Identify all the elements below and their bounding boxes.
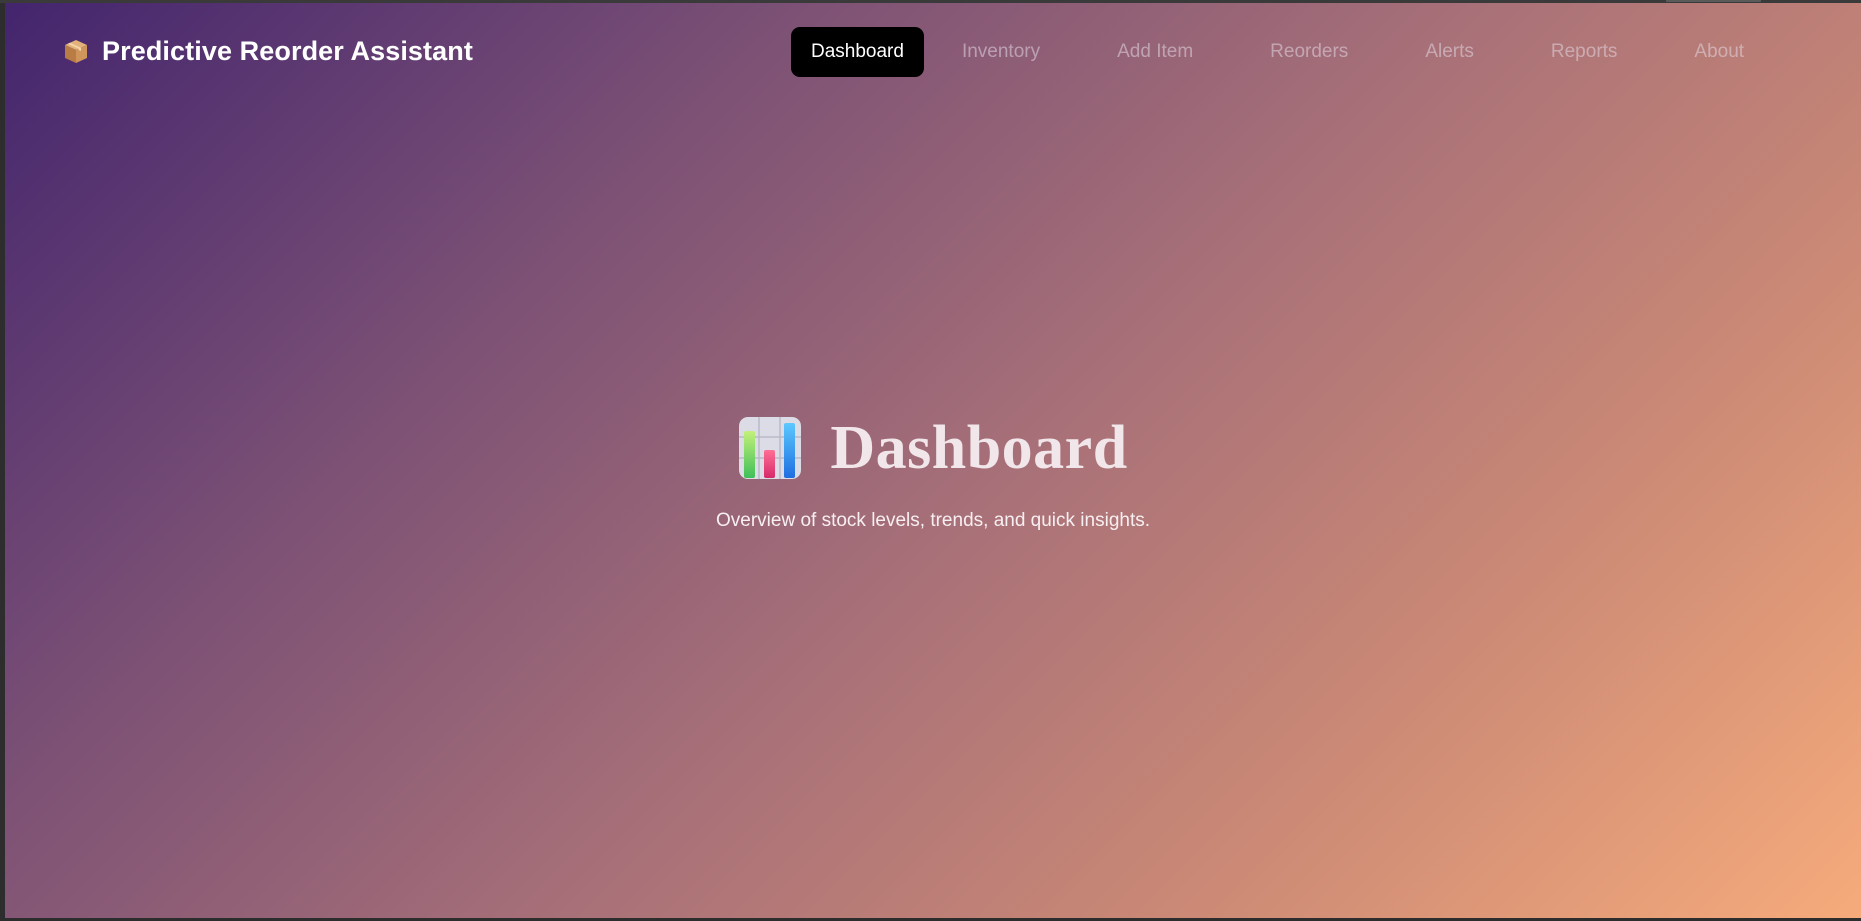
hero-title-row: Dashboard	[5, 408, 1861, 488]
nav-inventory[interactable]: Inventory	[942, 27, 1060, 77]
nav-alerts[interactable]: Alerts	[1405, 27, 1494, 77]
hero-section: Dashboard Overview of stock levels, tren…	[5, 408, 1861, 532]
nav-reports[interactable]: Reports	[1531, 27, 1638, 77]
package-icon	[62, 37, 90, 65]
nav-reorders[interactable]: Reorders	[1250, 27, 1368, 77]
page-title: Dashboard	[830, 413, 1128, 482]
window-tab-indicator	[1666, 0, 1761, 2]
page-subtitle: Overview of stock levels, trends, and qu…	[715, 510, 1151, 531]
nav-about[interactable]: About	[1674, 27, 1764, 77]
nav-add-item[interactable]: Add Item	[1097, 27, 1213, 77]
nav-dashboard[interactable]: Dashboard	[791, 27, 924, 77]
main-nav: Dashboard Inventory Add Item Reorders Al…	[791, 27, 1764, 77]
app-title: Predictive Reorder Assistant	[102, 35, 473, 66]
bar-chart-icon	[738, 416, 802, 480]
app-page: Predictive Reorder Assistant Dashboard I…	[5, 3, 1861, 918]
navbar: Predictive Reorder Assistant Dashboard I…	[5, 3, 1861, 97]
brand[interactable]: Predictive Reorder Assistant	[62, 33, 473, 69]
